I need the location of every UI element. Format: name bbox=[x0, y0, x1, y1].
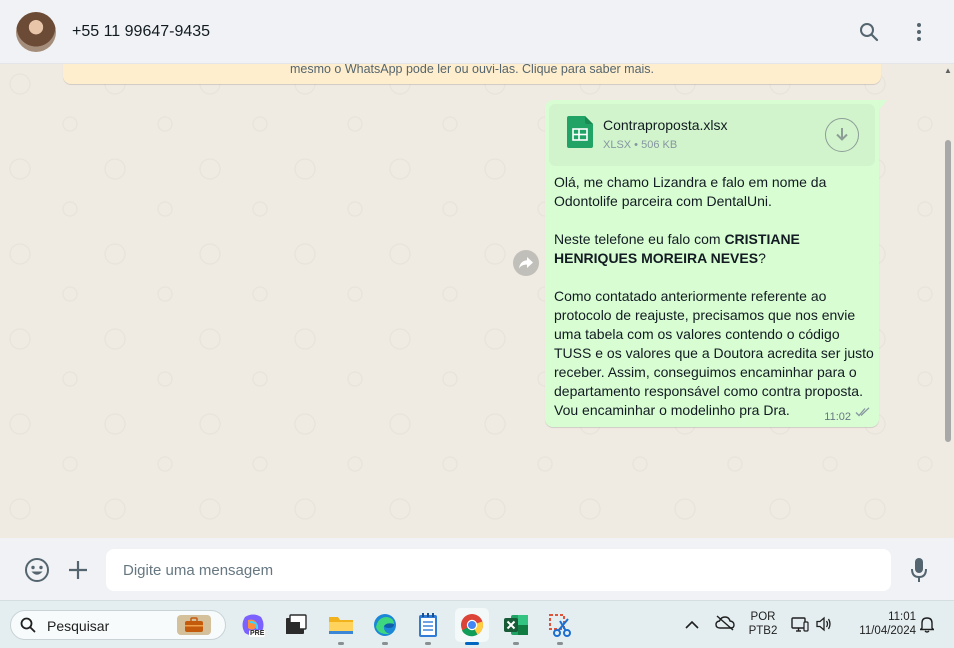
chat-scrollbar[interactable]: ▲ bbox=[944, 64, 952, 538]
chat-area[interactable]: mesmo o WhatsApp pode ler ou ouvi-las. C… bbox=[0, 64, 954, 538]
message-paragraph-2: Neste telefone eu falo com CRISTIANE HEN… bbox=[554, 231, 804, 266]
running-indicator bbox=[557, 642, 563, 645]
attach-plus-icon[interactable] bbox=[65, 557, 91, 583]
network-icon[interactable] bbox=[791, 616, 809, 637]
forward-button[interactable] bbox=[513, 250, 539, 276]
microphone-icon[interactable] bbox=[906, 557, 932, 583]
taskbar-excel-icon[interactable] bbox=[499, 608, 533, 645]
taskbar-search-label: Pesquisar bbox=[47, 618, 110, 634]
taskbar-chrome-icon[interactable] bbox=[455, 608, 489, 645]
onedrive-offline-icon[interactable] bbox=[715, 615, 735, 636]
outgoing-message[interactable]: Contraproposta.xlsx XLSX • 506 KB Olá, m… bbox=[545, 100, 879, 427]
message-input[interactable] bbox=[106, 549, 891, 591]
running-indicator bbox=[338, 642, 344, 645]
file-meta: XLSX • 506 KB bbox=[603, 139, 678, 151]
contact-avatar[interactable] bbox=[16, 12, 56, 52]
download-button[interactable] bbox=[825, 118, 859, 152]
menu-kebab-icon[interactable] bbox=[907, 20, 931, 44]
system-clock[interactable]: 11:01 11/04/2024 bbox=[846, 611, 916, 637]
scroll-up-arrow-icon[interactable]: ▲ bbox=[944, 66, 952, 75]
taskbar-copilot-icon[interactable]: PRE bbox=[236, 608, 270, 642]
message-paragraph-1: Olá, me chamo Lizandra e falo em nome da… bbox=[554, 174, 831, 209]
scrollbar-thumb[interactable] bbox=[945, 140, 951, 442]
file-name: Contraproposta.xlsx bbox=[603, 117, 728, 133]
notifications-bell-icon[interactable] bbox=[918, 616, 936, 638]
tray-overflow-chevron-icon[interactable] bbox=[685, 617, 699, 635]
taskbar-search[interactable]: Pesquisar bbox=[10, 610, 226, 640]
chat-header: +55 11 99647-9435 bbox=[0, 0, 954, 64]
copilot-pre-badge: PRE bbox=[249, 630, 266, 637]
search-icon[interactable] bbox=[857, 20, 881, 44]
contact-name[interactable]: +55 11 99647-9435 bbox=[72, 23, 210, 41]
taskbar-file-explorer-icon[interactable] bbox=[324, 608, 358, 645]
windows-taskbar: Pesquisar PRE POR PTB2 11:01 11/04/2024 bbox=[0, 600, 954, 648]
spreadsheet-file-icon bbox=[567, 116, 593, 148]
file-attachment[interactable]: Contraproposta.xlsx XLSX • 506 KB bbox=[549, 104, 875, 166]
taskbar-edge-icon[interactable] bbox=[368, 608, 402, 645]
volume-icon[interactable] bbox=[816, 616, 832, 637]
bubble-tail bbox=[879, 100, 887, 110]
running-indicator bbox=[513, 642, 519, 645]
message-text: Olá, me chamo Lizandra e falo em nome da… bbox=[554, 173, 876, 420]
emoji-icon[interactable] bbox=[24, 557, 50, 583]
message-paragraph-3: Como contatado anteriormente referente a… bbox=[554, 288, 878, 418]
running-indicator bbox=[382, 642, 388, 645]
double-check-icon bbox=[855, 404, 871, 422]
search-icon bbox=[20, 617, 36, 638]
taskbar-notepad-icon[interactable] bbox=[411, 608, 445, 645]
message-composer bbox=[0, 538, 954, 600]
download-icon bbox=[836, 128, 848, 141]
encryption-notice[interactable]: mesmo o WhatsApp pode ler ou ouvi-las. C… bbox=[63, 64, 881, 84]
running-indicator bbox=[425, 642, 431, 645]
taskbar-task-view-icon[interactable] bbox=[279, 608, 313, 642]
encryption-notice-text: mesmo o WhatsApp pode ler ou ouvi-las. C… bbox=[289, 64, 655, 76]
running-indicator bbox=[465, 642, 479, 645]
taskbar-snipping-tool-icon[interactable] bbox=[543, 608, 577, 645]
message-time: 11:02 bbox=[824, 411, 851, 423]
input-language[interactable]: POR PTB2 bbox=[747, 611, 779, 637]
forward-icon bbox=[519, 257, 533, 269]
briefcase-icon bbox=[177, 615, 211, 635]
